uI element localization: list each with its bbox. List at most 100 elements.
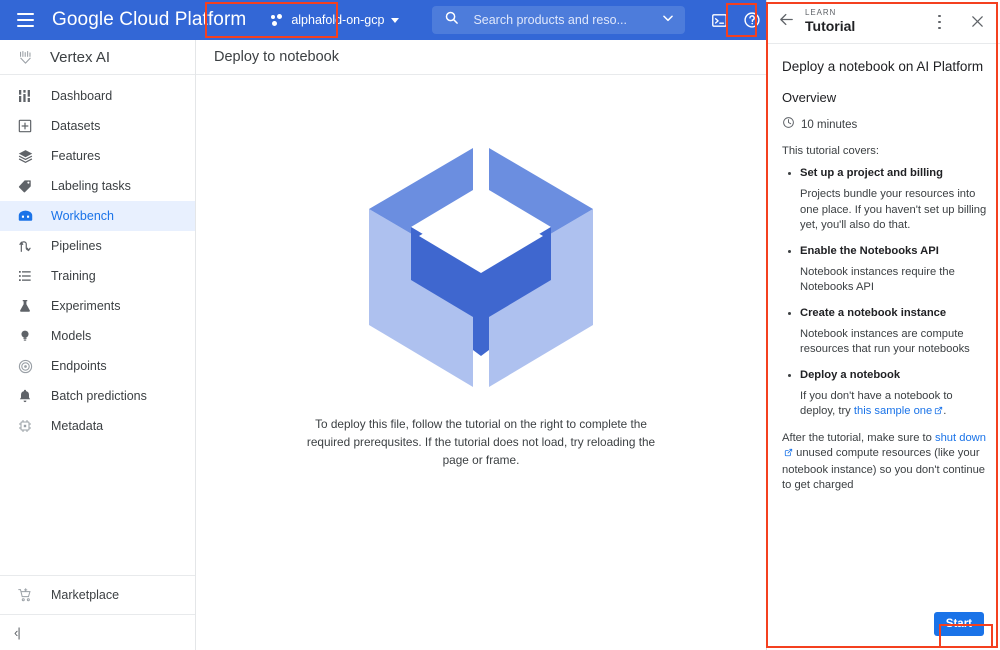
sidebar-item-label: Marketplace xyxy=(51,588,120,602)
sidebar-item-training[interactable]: Training xyxy=(0,261,195,291)
container-box-illustration xyxy=(369,148,593,387)
close-icon[interactable] xyxy=(963,8,991,36)
app-root: Google Cloud Platform alphafold-on-gcp S… xyxy=(0,0,1000,650)
list-item: Deploy a notebook If you don't have a no… xyxy=(782,368,987,421)
bullet-title: Set up a project and billing xyxy=(800,167,943,179)
collapse-left-icon: ‹| xyxy=(14,625,21,640)
sidebar-item-label: Datasets xyxy=(51,119,101,133)
training-icon xyxy=(16,267,34,285)
list-item: Enable the Notebooks API Notebook instan… xyxy=(782,244,987,296)
bullet-desc: Notebook instances require the Notebooks… xyxy=(800,265,955,294)
help-icon[interactable] xyxy=(738,6,766,34)
list-item: Create a notebook instance Notebook inst… xyxy=(782,306,987,358)
tutorial-header-title: Tutorial xyxy=(805,17,856,34)
project-selector-wrapper: alphafold-on-gcp xyxy=(262,7,408,33)
tag-icon xyxy=(16,177,34,195)
cloud-shell-icon[interactable] xyxy=(705,6,733,34)
sidebar-product-header: Vertex AI xyxy=(0,40,195,75)
sidebar-item-labeling-tasks[interactable]: Labeling tasks xyxy=(0,171,195,201)
project-name: alphafold-on-gcp xyxy=(291,13,385,27)
bullet-title: Deploy a notebook xyxy=(800,368,901,381)
project-dots-icon xyxy=(271,13,284,27)
sidebar-item-label: Dashboard xyxy=(51,89,113,103)
datasets-icon xyxy=(16,117,34,135)
list-item: Set up a project and billing Projects bu… xyxy=(782,166,987,234)
pipelines-icon xyxy=(16,237,34,255)
shut-down-link[interactable]: shut down xyxy=(935,432,986,444)
brand-title: Google Cloud Platform xyxy=(52,9,247,30)
sidebar-item-marketplace[interactable]: Marketplace xyxy=(0,576,195,614)
sidebar-product-name: Vertex AI xyxy=(50,48,111,66)
search-chevron-down-icon[interactable] xyxy=(661,11,675,30)
tutorial-body: Deploy a notebook on AI Platform Overvie… xyxy=(767,44,1000,604)
sidebar-nav-list: Dashboard Datasets Features Labeling tas… xyxy=(0,75,195,575)
endpoints-icon xyxy=(16,357,34,375)
hamburger-menu-icon[interactable] xyxy=(6,0,44,40)
outro-before: After the tutorial, make sure to xyxy=(782,431,935,444)
bell-icon xyxy=(16,387,34,405)
bullet-desc: Notebook instances are compute resources… xyxy=(800,327,970,356)
sidebar-item-features[interactable]: Features xyxy=(0,141,195,171)
sidebar-collapse-button[interactable]: ‹| xyxy=(0,614,195,650)
sidebar: Vertex AI Dashboard Datasets Features La… xyxy=(0,40,196,650)
sample-notebook-link[interactable]: this sample one xyxy=(854,405,932,417)
sidebar-item-label: Batch predictions xyxy=(51,389,147,403)
search-bar[interactable]: Search products and reso... xyxy=(432,6,686,34)
back-arrow-icon[interactable] xyxy=(778,11,795,33)
sidebar-item-experiments[interactable]: Experiments xyxy=(0,291,195,321)
chevron-down-icon xyxy=(391,17,400,23)
sidebar-item-label: Labeling tasks xyxy=(51,179,131,193)
flask-icon xyxy=(16,297,34,315)
tutorial-covers-label: This tutorial covers: xyxy=(782,145,879,157)
workbench-icon xyxy=(16,207,34,225)
tutorial-header-text: LEARN Tutorial xyxy=(805,9,915,33)
bullet-desc-with-link: If you don't have a notebook to deploy, … xyxy=(800,389,987,421)
bullet-title: Enable the Notebooks API xyxy=(800,244,939,257)
sidebar-item-models[interactable]: Models xyxy=(0,321,195,351)
clock-icon xyxy=(782,116,795,134)
tutorial-panel: LEARN Tutorial Deploy a notebook on AI P… xyxy=(766,0,1000,650)
sidebar-item-endpoints[interactable]: Endpoints xyxy=(0,351,195,381)
tutorial-duration: 10 minutes xyxy=(782,116,987,134)
dashboard-icon xyxy=(16,87,34,105)
sidebar-item-label: Features xyxy=(51,149,101,163)
models-icon xyxy=(16,327,34,345)
main-content: Deploy to notebook To deploy this file, … xyxy=(196,40,766,650)
tutorial-duration-text: 10 minutes xyxy=(801,119,858,131)
sidebar-item-batch-predictions[interactable]: Batch predictions xyxy=(0,381,195,411)
tutorial-kicker: LEARN xyxy=(805,8,837,18)
sidebar-item-datasets[interactable]: Datasets xyxy=(0,111,195,141)
outro-after: unused compute resources (like your note… xyxy=(782,447,986,491)
sidebar-item-label: Models xyxy=(51,329,92,343)
deploy-caption: To deploy this file, follow the tutorial… xyxy=(306,417,656,467)
bullet-desc-after: . xyxy=(943,405,947,417)
deploy-canvas: To deploy this file, follow the tutorial… xyxy=(196,75,766,650)
metadata-icon xyxy=(16,417,34,435)
sidebar-item-workbench[interactable]: Workbench xyxy=(0,201,195,231)
sidebar-item-dashboard[interactable]: Dashboard xyxy=(0,81,195,111)
sidebar-item-pipelines[interactable]: Pipelines xyxy=(0,231,195,261)
sidebar-item-label: Training xyxy=(51,269,96,283)
search-input-placeholder[interactable]: Search products and reso... xyxy=(473,13,661,27)
external-link-icon xyxy=(784,447,793,463)
tutorial-outro: After the tutorial, make sure to shut do… xyxy=(782,431,987,494)
bullet-title: Create a notebook instance xyxy=(800,306,947,319)
sidebar-item-label: Workbench xyxy=(51,209,114,223)
sidebar-item-label: Endpoints xyxy=(51,359,107,373)
tutorial-section-overview: Overview xyxy=(782,90,837,105)
marketplace-cart-icon xyxy=(16,586,34,604)
project-selector[interactable]: alphafold-on-gcp xyxy=(262,7,408,33)
tutorial-header: LEARN Tutorial xyxy=(767,0,1000,44)
page-title: Deploy to notebook xyxy=(214,49,339,65)
page-title-bar: Deploy to notebook xyxy=(196,40,766,75)
start-button[interactable]: Start xyxy=(933,612,984,636)
sidebar-item-label: Experiments xyxy=(51,299,121,313)
sidebar-footer: Marketplace xyxy=(0,575,195,614)
tutorial-more-options-icon[interactable] xyxy=(925,8,953,36)
features-icon xyxy=(16,147,34,165)
sidebar-item-label: Pipelines xyxy=(51,239,102,253)
sidebar-item-label: Metadata xyxy=(51,419,104,433)
sidebar-item-metadata[interactable]: Metadata xyxy=(0,411,195,441)
tutorial-heading: Deploy a notebook on AI Platform xyxy=(782,59,984,74)
tutorial-footer: Start xyxy=(767,604,1000,650)
